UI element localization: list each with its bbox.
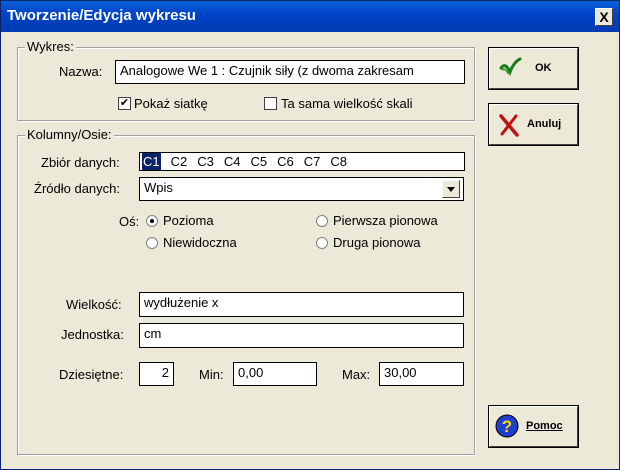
os-pierwsza-pionowa-radio[interactable]: [316, 215, 328, 227]
os-pozioma-radio[interactable]: [146, 215, 158, 227]
os-druga-pionowa-radio[interactable]: [316, 237, 328, 249]
min-input[interactable]: 0,00: [233, 362, 317, 386]
ta-sama-wielkosc-checkbox[interactable]: [264, 97, 277, 110]
pomoc-label: Pomoc: [526, 420, 563, 432]
anuluj-button[interactable]: Anuluj: [488, 103, 579, 146]
pokaz-siatke-checkbox[interactable]: ✔: [118, 97, 131, 110]
dziesietne-label: Dziesiętne:: [59, 367, 124, 382]
zrodlo-danych-label: Źródło danych:: [34, 181, 120, 196]
nazwa-label: Nazwa:: [59, 64, 103, 79]
dziesietne-input[interactable]: 2: [139, 362, 174, 386]
dialog-window: Tworzenie/Edycja wykresu X Wykres: Nazwa…: [0, 0, 620, 470]
os-niewidoczna-radio[interactable]: [146, 237, 158, 249]
wykres-group-label: Wykres:: [25, 39, 76, 54]
os-pozioma-label[interactable]: Pozioma: [163, 213, 214, 228]
wielkosc-input[interactable]: wydłużenie x: [139, 292, 464, 317]
kolumny-group-label: Kolumny/Osie:: [25, 127, 114, 142]
os-pierwsza-pionowa-label[interactable]: Pierwsza pionowa: [333, 213, 438, 228]
window-title: Tworzenie/Edycja wykresu: [7, 7, 196, 24]
ok-button[interactable]: OK: [488, 47, 579, 90]
column-item[interactable]: C7: [304, 153, 321, 170]
column-item[interactable]: C2: [171, 153, 188, 170]
zbior-danych-label: Zbiór danych:: [41, 155, 120, 170]
column-item[interactable]: C8: [330, 153, 347, 170]
zrodlo-danych-select[interactable]: Wpis: [139, 177, 464, 201]
cross-icon: [499, 114, 519, 137]
ta-sama-wielkosc-label[interactable]: Ta sama wielkość skali: [281, 96, 413, 111]
max-label: Max:: [342, 367, 371, 382]
nazwa-input[interactable]: Analogowe We 1 : Czujnik siły (z dwoma z…: [115, 60, 465, 84]
column-item[interactable]: C1: [142, 153, 161, 170]
anuluj-label: Anuluj: [527, 118, 562, 130]
chevron-down-icon[interactable]: [442, 180, 460, 198]
zbior-danych-list[interactable]: C1 C2 C3 C4 C5 C6 C7 C8: [139, 152, 465, 171]
pomoc-button[interactable]: ? Pomoc: [488, 405, 579, 448]
column-item[interactable]: C4: [224, 153, 241, 170]
help-icon: ?: [495, 414, 519, 438]
checkmark-icon: [499, 57, 522, 77]
pokaz-siatke-label[interactable]: Pokaż siatkę: [134, 96, 208, 111]
max-input[interactable]: 30,00: [379, 362, 464, 386]
jednostka-label: Jednostka:: [61, 327, 124, 342]
close-button[interactable]: X: [595, 8, 613, 26]
os-niewidoczna-label[interactable]: Niewidoczna: [163, 235, 237, 250]
os-label: Oś:: [119, 214, 140, 229]
ok-label: OK: [535, 62, 552, 74]
jednostka-input[interactable]: cm: [139, 323, 464, 348]
svg-text:?: ?: [502, 417, 512, 436]
min-label: Min:: [199, 367, 224, 382]
wielkosc-label: Wielkość:: [66, 297, 122, 312]
title-bar[interactable]: Tworzenie/Edycja wykresu X: [1, 1, 619, 32]
os-druga-pionowa-label[interactable]: Druga pionowa: [333, 235, 420, 250]
column-item[interactable]: C5: [251, 153, 268, 170]
column-item[interactable]: C6: [277, 153, 294, 170]
column-item[interactable]: C3: [197, 153, 214, 170]
